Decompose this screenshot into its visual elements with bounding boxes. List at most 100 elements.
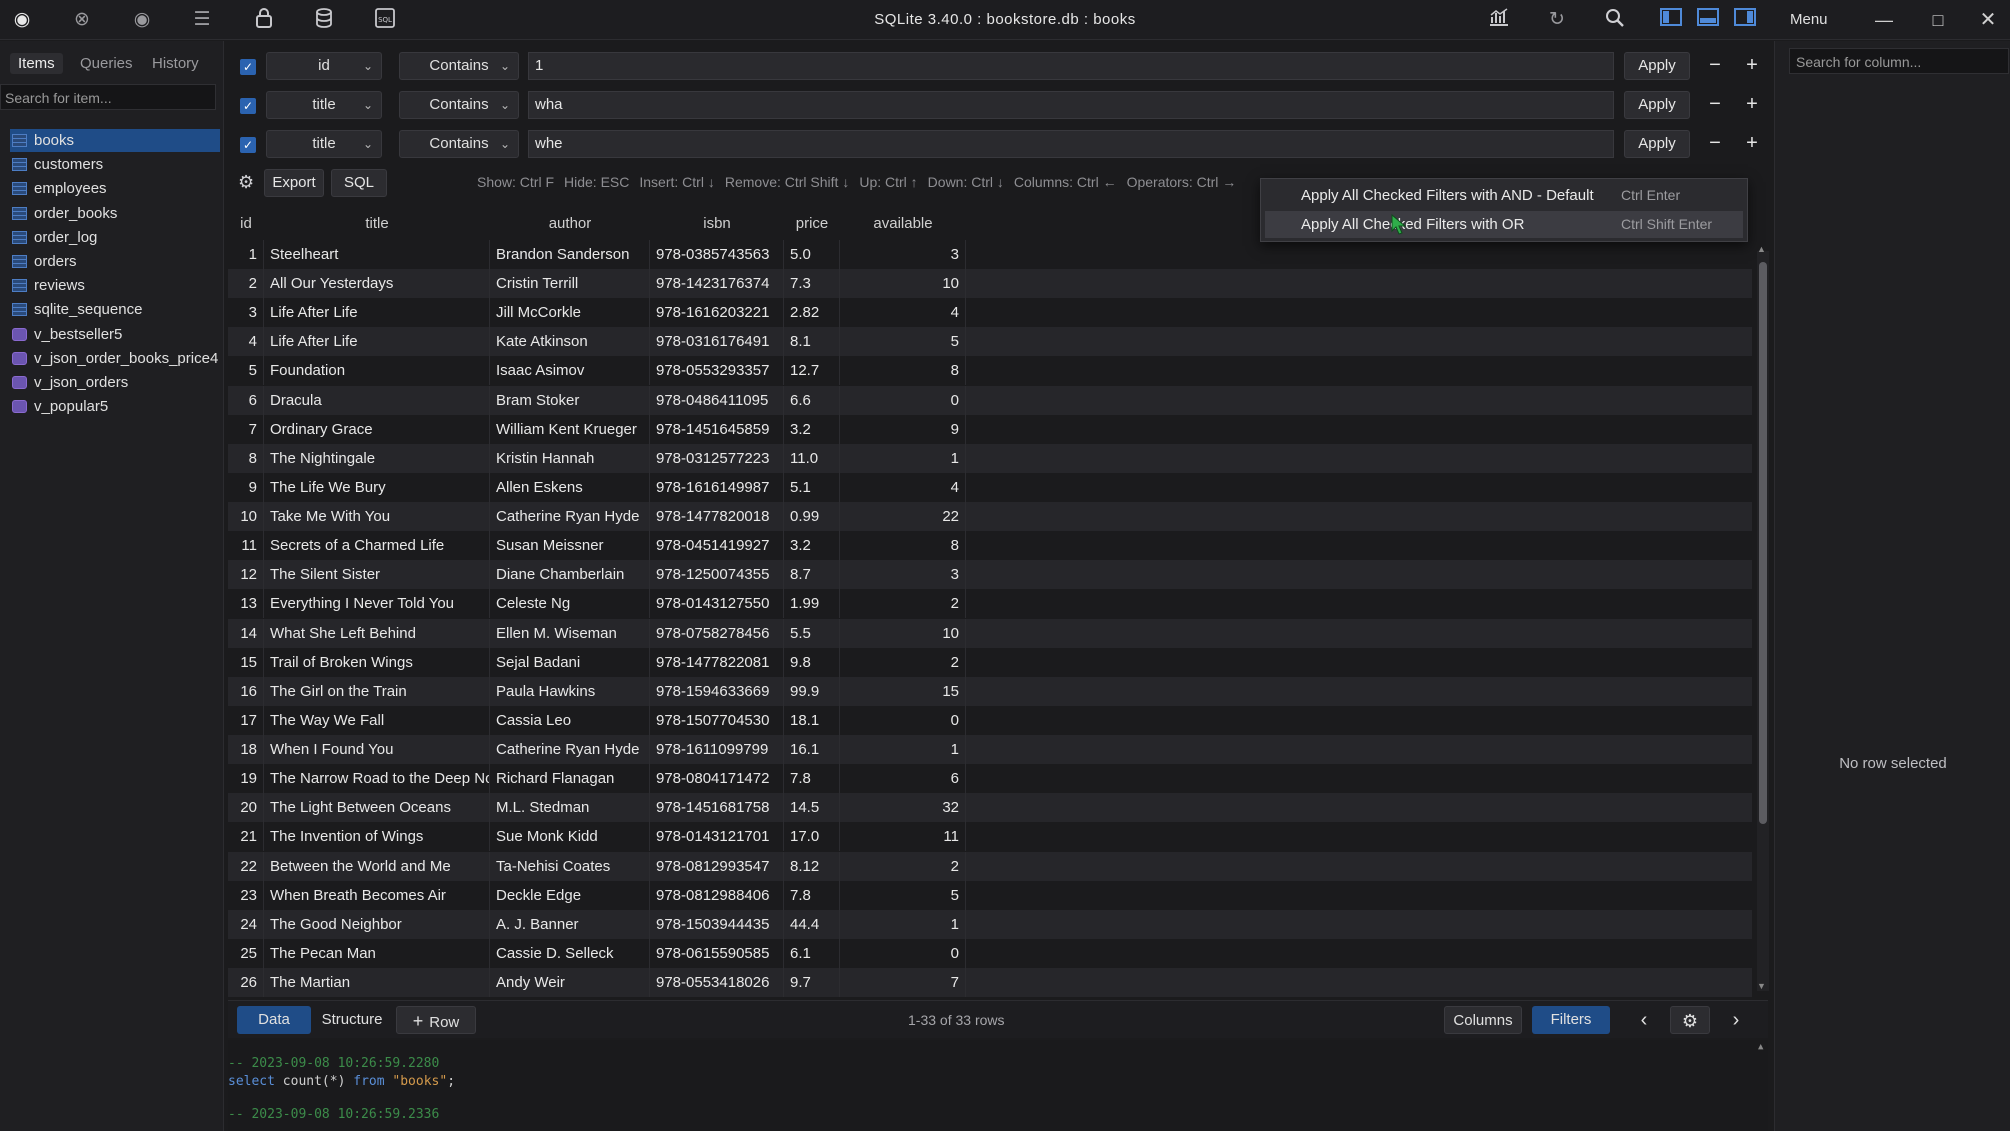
cell-available[interactable]: 1 <box>840 443 966 473</box>
table-row[interactable]: 11 Secrets of a Charmed Life Susan Meissne… <box>228 531 1752 561</box>
table-row[interactable]: 20 The Light Between Oceans M.L. Stedman 97… <box>228 793 1752 823</box>
cell-title[interactable]: The Pecan Man <box>264 938 490 968</box>
cell-author[interactable]: Diane Chamberlain <box>490 560 650 590</box>
table-row[interactable]: 12 The Silent Sister Diane Chamberlain 978-… <box>228 560 1752 590</box>
scrollbar-thumb[interactable] <box>1759 262 1767 824</box>
table-row[interactable]: 9 The Life We Bury Allen Eskens 978-1616149… <box>228 472 1752 502</box>
cell-author[interactable]: Jill McCorkle <box>490 298 650 328</box>
cell-available[interactable]: 5 <box>840 880 966 910</box>
cell-author[interactable]: Ellen M. Wiseman <box>490 618 650 648</box>
cell-price[interactable]: 17.0 <box>784 822 840 852</box>
cell-price[interactable]: 18.1 <box>784 705 840 735</box>
cell-isbn[interactable]: 978-0316176491 <box>650 327 784 357</box>
table-row[interactable]: 10 Take Me With You Catherine Ryan Hyde 978… <box>228 502 1752 532</box>
cell-isbn[interactable]: 978-1616203221 <box>650 298 784 328</box>
cell-id[interactable]: 22 <box>228 851 264 881</box>
cell-author[interactable]: Brandon Sanderson <box>490 240 650 269</box>
cell-price[interactable]: 2.82 <box>784 298 840 328</box>
cell-id[interactable]: 12 <box>228 560 264 590</box>
cell-isbn[interactable]: 978-0812988406 <box>650 880 784 910</box>
refresh-icon[interactable]: ↻ <box>1545 8 1569 32</box>
cell-isbn[interactable]: 978-0385743563 <box>650 240 784 269</box>
filter-operator-select[interactable]: Contains ⌄ <box>399 130 519 158</box>
sidebar-item-v_popular5[interactable]: v_popular5 <box>10 395 220 418</box>
table-row[interactable]: 22 Between the World and Me Ta-Nehisi Coat… <box>228 851 1752 881</box>
maximize-icon[interactable]: □ <box>1922 6 1954 34</box>
columns-button[interactable]: Columns <box>1444 1006 1522 1034</box>
cell-available[interactable]: 9 <box>840 414 966 444</box>
cell-title[interactable]: Steelheart <box>264 240 490 269</box>
cell-author[interactable]: Kristin Hannah <box>490 443 650 473</box>
table-row[interactable]: 17 The Way We Fall Cassia Leo 978-150770453… <box>228 705 1752 735</box>
menu-button[interactable]: Menu <box>1790 11 1828 28</box>
cell-available[interactable]: 2 <box>840 851 966 881</box>
cell-author[interactable]: Cassia Leo <box>490 705 650 735</box>
cell-id[interactable]: 10 <box>228 502 264 532</box>
cell-title[interactable]: When Breath Becomes Air <box>264 880 490 910</box>
column-header-available[interactable]: available <box>840 211 966 237</box>
cell-title[interactable]: Foundation <box>264 356 490 386</box>
cell-title[interactable]: Life After Life <box>264 327 490 357</box>
scroll-down-icon[interactable]: ▼ <box>1757 981 1766 991</box>
cell-title[interactable]: The Narrow Road to the Deep North <box>264 764 490 794</box>
cell-id[interactable]: 9 <box>228 472 264 502</box>
cell-isbn[interactable]: 978-0758278456 <box>650 618 784 648</box>
cell-id[interactable]: 16 <box>228 676 264 706</box>
cell-isbn[interactable]: 978-0804171472 <box>650 764 784 794</box>
filter-value-input[interactable]: 1 <box>528 52 1614 80</box>
cell-price[interactable]: 8.1 <box>784 327 840 357</box>
cell-isbn[interactable]: 978-0312577223 <box>650 443 784 473</box>
cell-price[interactable]: 8.7 <box>784 560 840 590</box>
cell-available[interactable]: 15 <box>840 676 966 706</box>
cell-author[interactable]: Ta-Nehisi Coates <box>490 851 650 881</box>
cell-available[interactable]: 6 <box>840 764 966 794</box>
cell-author[interactable]: Allen Eskens <box>490 472 650 502</box>
sidebar-item-order_books[interactable]: order_books <box>10 202 220 225</box>
cell-price[interactable]: 8.12 <box>784 851 840 881</box>
table-row[interactable]: 16 The Girl on the Train Paula Hawkins 978-… <box>228 676 1752 706</box>
add-filter-icon[interactable]: + <box>1738 130 1766 158</box>
cell-id[interactable]: 20 <box>228 793 264 823</box>
table-row[interactable]: 19 The Narrow Road to the Deep North Richa… <box>228 764 1752 794</box>
cell-price[interactable]: 5.5 <box>784 618 840 648</box>
cell-title[interactable]: The Silent Sister <box>264 560 490 590</box>
column-header-isbn[interactable]: isbn <box>650 211 784 237</box>
column-header-price[interactable]: price <box>784 211 840 237</box>
cell-author[interactable]: Sue Monk Kidd <box>490 822 650 852</box>
filter-column-select[interactable]: title ⌄ <box>266 91 382 119</box>
tab-queries[interactable]: Queries <box>72 53 141 74</box>
table-row[interactable]: 7 Ordinary Grace William Kent Krueger 978-1… <box>228 414 1752 444</box>
tab-data[interactable]: Data <box>237 1006 311 1034</box>
cell-id[interactable]: 17 <box>228 705 264 735</box>
remove-filter-icon[interactable]: − <box>1701 130 1729 158</box>
filter-column-select[interactable]: id ⌄ <box>266 52 382 80</box>
cell-price[interactable]: 3.2 <box>784 414 840 444</box>
add-filter-icon[interactable]: + <box>1738 91 1766 119</box>
cell-id[interactable]: 1 <box>228 240 264 269</box>
cell-isbn[interactable]: 978-1451645859 <box>650 414 784 444</box>
cell-title[interactable]: When I Found You <box>264 735 490 765</box>
cell-price[interactable]: 44.4 <box>784 909 840 939</box>
cell-title[interactable]: The Invention of Wings <box>264 822 490 852</box>
column-header-title[interactable]: title <box>264 211 490 237</box>
cell-price[interactable]: 5.0 <box>784 240 840 269</box>
menu-item-apply-and[interactable]: Apply All Checked Filters with AND - Def… <box>1265 182 1743 209</box>
table-row[interactable]: 6 Dracula Bram Stoker 978-0486411095 6.6 0 <box>228 385 1752 415</box>
table-row[interactable]: 18 When I Found You Catherine Ryan Hyde 978… <box>228 735 1752 765</box>
cell-price[interactable]: 7.8 <box>784 880 840 910</box>
table-row[interactable]: 8 The Nightingale Kristin Hannah 978-031257… <box>228 443 1752 473</box>
cell-title[interactable]: Trail of Broken Wings <box>264 647 490 677</box>
sidebar-item-orders[interactable]: orders <box>10 250 220 273</box>
cell-available[interactable]: 10 <box>840 618 966 648</box>
cell-price[interactable]: 7.8 <box>784 764 840 794</box>
cell-author[interactable]: Cristin Terrill <box>490 269 650 299</box>
cell-available[interactable]: 4 <box>840 472 966 502</box>
log-scroll-up-icon[interactable]: ▲ <box>1758 1042 1763 1052</box>
cell-title[interactable]: All Our Yesterdays <box>264 269 490 299</box>
table-row[interactable]: 23 When Breath Becomes Air Deckle Edge 978-… <box>228 880 1752 910</box>
cell-price[interactable]: 5.1 <box>784 472 840 502</box>
remove-filter-icon[interactable]: − <box>1701 52 1729 80</box>
cell-title[interactable]: Secrets of a Charmed Life <box>264 531 490 561</box>
cell-title[interactable]: The Way We Fall <box>264 705 490 735</box>
sidebar-item-sqlite_sequence[interactable]: sqlite_sequence <box>10 298 220 321</box>
